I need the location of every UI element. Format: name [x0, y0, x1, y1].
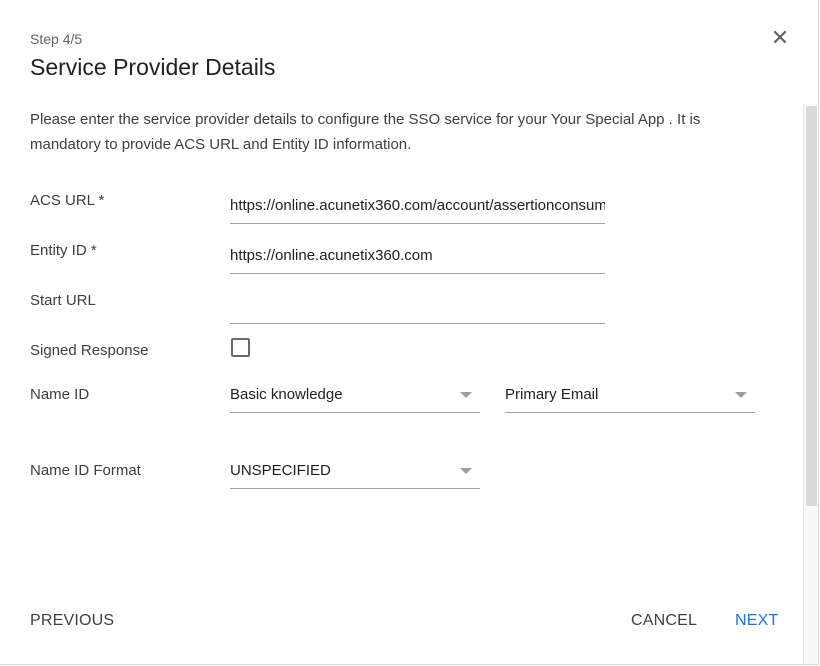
dialog-description: Please enter the service provider detail… — [30, 111, 701, 153]
chevron-down-icon — [735, 392, 747, 398]
start-url-label: Start URL — [30, 292, 96, 309]
name-id-format-select[interactable]: UNSPECIFIED — [230, 452, 480, 489]
sp-details-dialog: Step 4/5 Service Provider Details Please… — [0, 0, 819, 665]
cancel-button[interactable]: CANCEL — [631, 612, 697, 630]
previous-button[interactable]: PREVIOUS — [30, 612, 114, 630]
scrollbar-thumb[interactable] — [806, 106, 817, 506]
acs-url-field[interactable]: https://online.acunetix360.com/account/a… — [230, 187, 605, 224]
name-id-category-select[interactable]: Basic knowledge — [230, 376, 480, 413]
name-id-format-label: Name ID Format — [30, 462, 141, 479]
signed-response-checkbox[interactable] — [231, 338, 250, 357]
next-button[interactable]: NEXT — [735, 612, 778, 630]
acs-url-label: ACS URL * — [30, 192, 105, 209]
name-id-label: Name ID — [30, 386, 90, 403]
close-icon[interactable] — [770, 27, 790, 47]
name-id-format-value: UNSPECIFIED — [230, 462, 331, 479]
chevron-down-icon — [460, 468, 472, 474]
acs-url-value: https://online.acunetix360.com/account/a… — [230, 197, 605, 214]
step-indicator: Step 4/5 — [30, 31, 83, 47]
chevron-down-icon — [460, 392, 472, 398]
name-id-attribute-value: Primary Email — [505, 386, 599, 403]
name-id-category-value: Basic knowledge — [230, 386, 343, 403]
name-id-attribute-select[interactable]: Primary Email — [505, 376, 755, 413]
entity-id-label: Entity ID * — [30, 242, 97, 259]
entity-id-field[interactable]: https://online.acunetix360.com — [230, 237, 605, 274]
start-url-field[interactable] — [230, 287, 605, 324]
signed-response-label: Signed Response — [30, 342, 149, 359]
entity-id-value: https://online.acunetix360.com — [230, 247, 433, 264]
dialog-title: Service Provider Details — [30, 54, 276, 80]
